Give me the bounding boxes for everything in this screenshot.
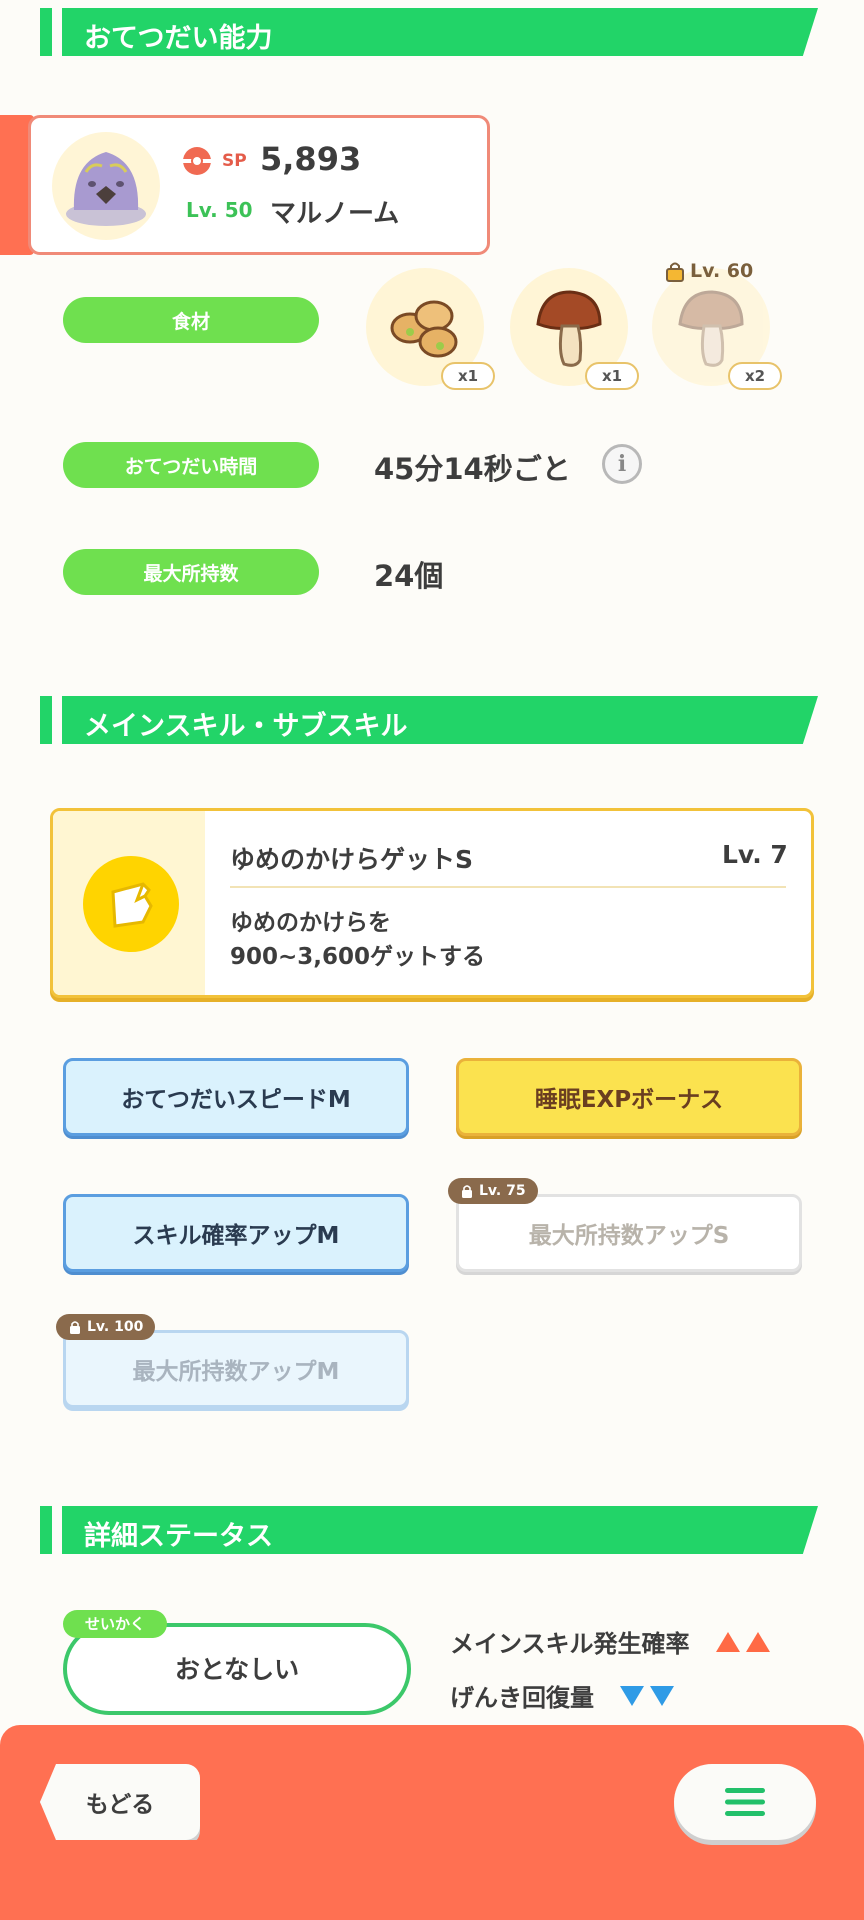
lock-icon xyxy=(666,262,684,282)
sub-skill-4-lock-tag: Lv. 75 xyxy=(448,1178,538,1204)
help-time-label: おてつだい時間 xyxy=(63,442,319,488)
max-carry-value: 24個 xyxy=(374,559,444,593)
sub-skill-2[interactable]: 睡眠EXPボーナス xyxy=(456,1058,802,1136)
sub-skill-5-lock-tag: Lv. 100 xyxy=(56,1314,156,1340)
section-title: メインスキル・サブスキル xyxy=(84,711,408,742)
ingredient-qty-1: x1 xyxy=(441,362,495,390)
nature-name: おとなしい xyxy=(174,1655,300,1684)
pokemon-name: マルノーム xyxy=(270,199,400,229)
sub-skill-3[interactable]: スキル確率アップM xyxy=(63,1194,409,1272)
stat-up-label: メインスキル発生確率 xyxy=(450,1630,690,1658)
mushroom-icon xyxy=(536,290,602,367)
max-carry-label: 最大所持数 xyxy=(63,549,319,595)
ingredient-qty-3: x2 xyxy=(728,362,782,390)
ingredient-lock-tag: Lv. 60 xyxy=(664,260,753,282)
down-arrows-icon xyxy=(620,1686,675,1706)
lock-icon xyxy=(70,1321,80,1334)
hamburger-menu-icon xyxy=(725,1788,765,1816)
sp-value: 5,893 xyxy=(260,140,362,178)
stat-down-row: げんき回復量 xyxy=(450,1678,676,1713)
sub-skill-4-locked[interactable]: 最大所持数アップS xyxy=(456,1194,802,1272)
help-time-value: 45分14秒ごと xyxy=(374,452,571,486)
main-skill-level: Lv. 7 xyxy=(722,840,788,869)
pokemon-avatar xyxy=(52,132,160,240)
main-skill-name: ゆめのかけらゲットS xyxy=(230,845,474,874)
menu-button[interactable] xyxy=(674,1764,816,1840)
section-header-details: 詳細ステータス xyxy=(40,1506,818,1554)
sub-skill-5-locked[interactable]: 最大所持数アップM xyxy=(63,1330,409,1408)
soybeans-icon xyxy=(390,300,458,358)
mushroom-icon xyxy=(678,290,744,367)
sp-icon xyxy=(182,146,212,176)
divider xyxy=(230,886,786,888)
sub-skill-1[interactable]: おてつだいスピードM xyxy=(63,1058,409,1136)
ingredient-qty-2: x1 xyxy=(585,362,639,390)
dream-shard-icon xyxy=(83,856,179,952)
stat-up-row: メインスキル発生確率 xyxy=(450,1624,772,1659)
sp-label: SP xyxy=(222,151,247,171)
pokemon-level: Lv. 50 xyxy=(186,198,253,222)
section-header-skills: メインスキル・サブスキル xyxy=(40,696,818,744)
nature-tag: せいかく xyxy=(63,1610,168,1638)
info-icon[interactable]: i xyxy=(602,444,642,484)
lock-icon xyxy=(462,1185,472,1198)
stat-down-label: げんき回復量 xyxy=(450,1684,594,1712)
section-title: 詳細ステータス xyxy=(84,1521,273,1552)
ingredients-label: 食材 xyxy=(63,297,319,343)
section-header-helper: おてつだい能力 xyxy=(40,8,818,56)
lock-level: Lv. 60 xyxy=(690,260,754,282)
section-title: おてつだい能力 xyxy=(84,23,273,54)
main-skill-description: ゆめのかけらを 900~3,600ゲットする xyxy=(230,910,486,970)
up-arrows-icon xyxy=(715,1632,770,1652)
back-button[interactable]: もどる xyxy=(40,1764,200,1840)
